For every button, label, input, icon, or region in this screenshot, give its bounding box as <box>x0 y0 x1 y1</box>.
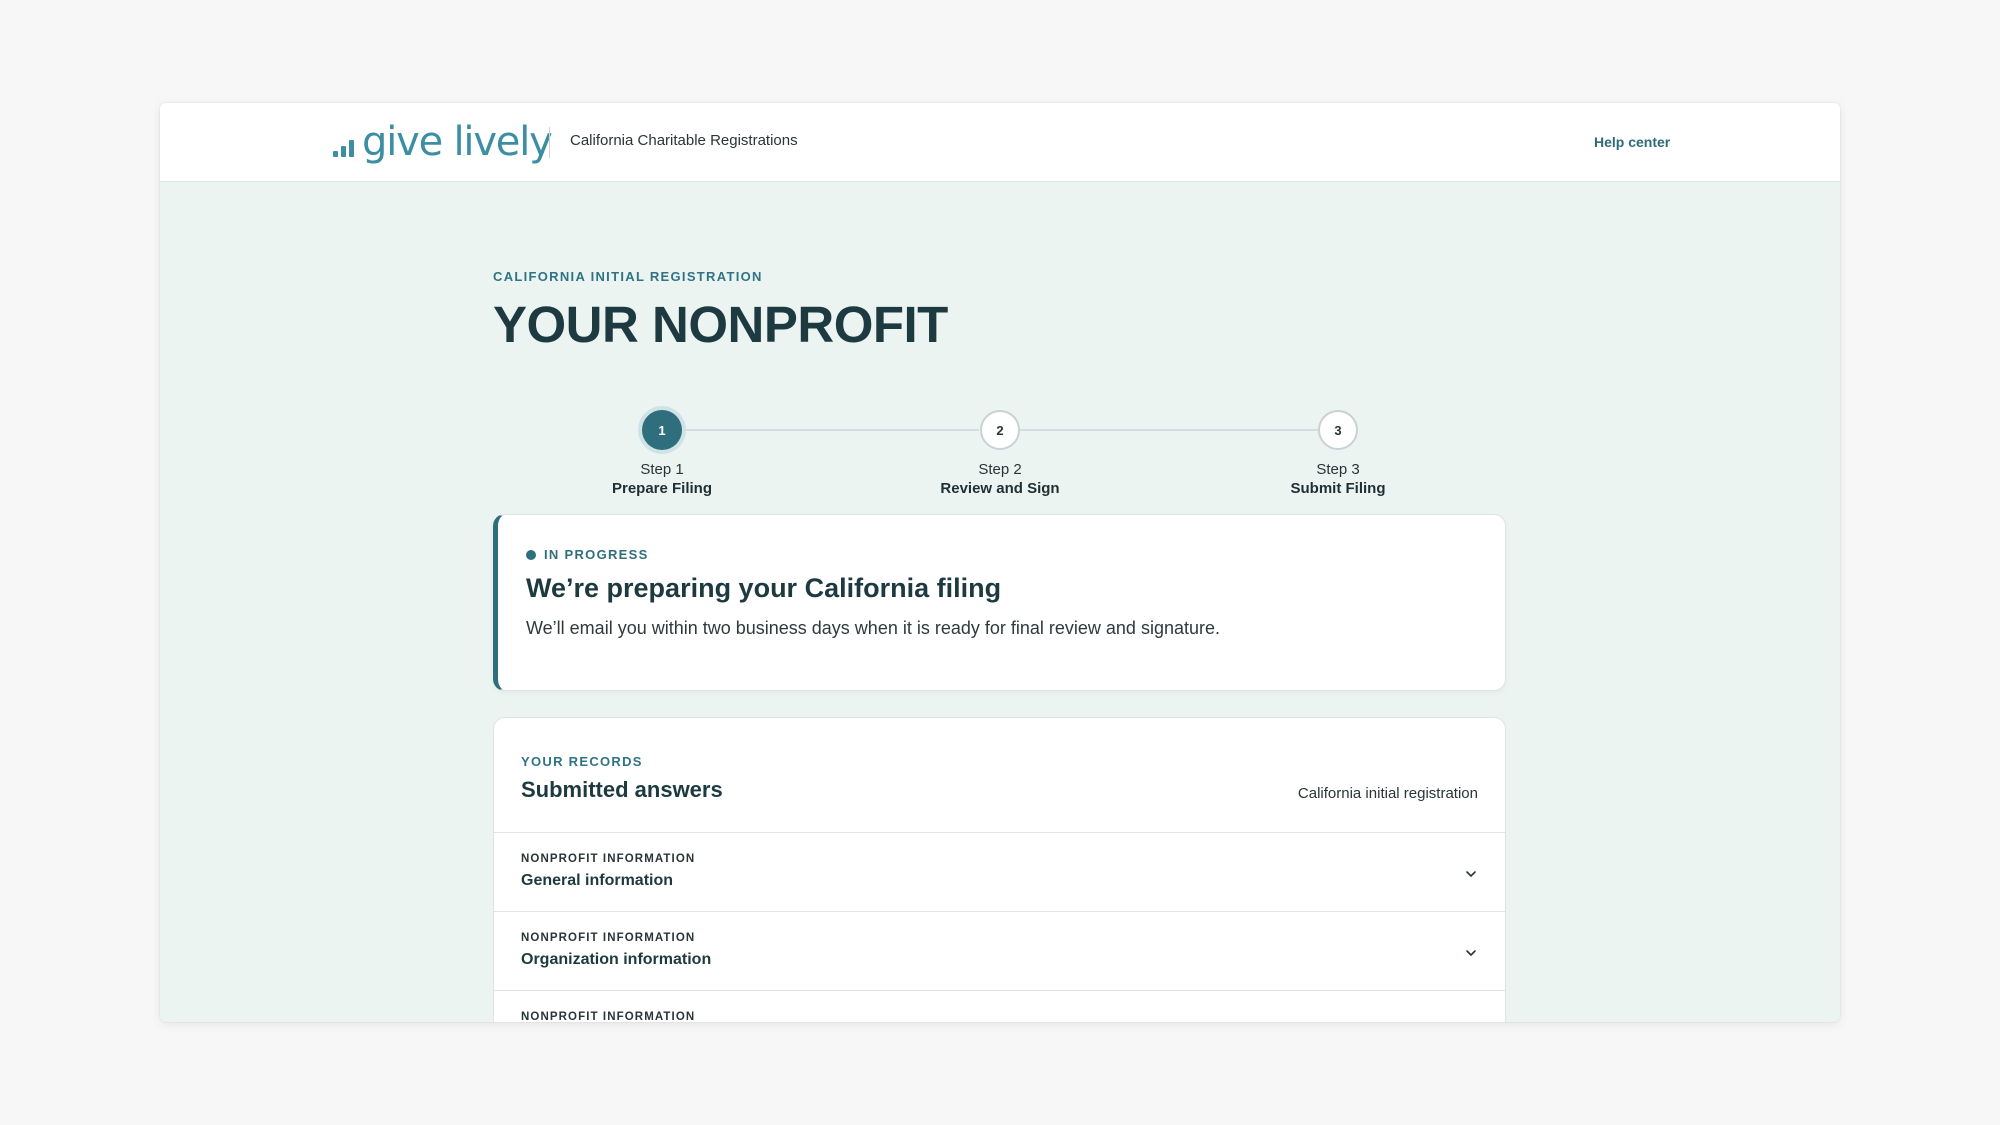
record-row-general-information[interactable]: NONPROFIT INFORMATION General informatio… <box>494 832 1505 911</box>
step-2-indicator: 2 <box>980 410 1020 450</box>
signal-bars-icon <box>333 135 354 157</box>
records-accordion: NONPROFIT INFORMATION General informatio… <box>494 832 1505 1022</box>
chevron-down-icon[interactable] <box>1464 948 1478 958</box>
step-1-indicator: 1 <box>642 410 682 450</box>
step-2-name: Review and Sign <box>940 480 1060 497</box>
page-eyebrow: CALIFORNIA INITIAL REGISTRATION <box>493 269 763 284</box>
record-kicker: NONPROFIT INFORMATION <box>521 853 696 865</box>
logo-text: give lively <box>362 119 553 165</box>
step-1: 1 Step 1 Prepare Filing <box>562 390 762 498</box>
status-indicator: IN PROGRESS <box>526 547 649 562</box>
step-3-label: Step 3 <box>1316 461 1360 478</box>
step-3: 3 Step 3 Submit Filing <box>1238 390 1438 498</box>
page-title: YOUR NONPROFIT <box>493 296 948 353</box>
progress-stepper: 1 Step 1 Prepare Filing 2 Step 2 Review … <box>160 390 1840 497</box>
step-3-name: Submit Filing <box>1290 480 1386 497</box>
record-title: Organization information <box>521 951 712 968</box>
app-window: give lively California Charitable Regist… <box>160 103 1840 1022</box>
record-row-organization-information[interactable]: NONPROFIT INFORMATION Organization infor… <box>494 911 1505 990</box>
step-2: 2 Step 2 Review and Sign <box>900 390 1100 498</box>
app-title: California Charitable Registrations <box>570 132 798 149</box>
step-3-indicator: 3 <box>1318 410 1358 450</box>
help-center-link[interactable]: Help center <box>1594 134 1670 150</box>
records-card: YOUR RECORDS Submitted answers Californi… <box>493 717 1506 1022</box>
step-1-label: Step 1 <box>640 461 684 478</box>
step-2-label: Step 2 <box>978 461 1022 478</box>
status-description: We’ll email you within two business days… <box>526 618 1220 638</box>
record-row-nonprofit-information[interactable]: NONPROFIT INFORMATION <box>494 990 1505 1022</box>
record-kicker: NONPROFIT INFORMATION <box>521 932 696 944</box>
status-dot-icon <box>526 549 536 560</box>
status-heading: We’re preparing your California filing <box>526 573 1002 603</box>
records-type-label: California initial registration <box>1297 785 1478 802</box>
record-title: General information <box>521 872 674 889</box>
record-kicker: NONPROFIT INFORMATION <box>521 1011 696 1022</box>
header-divider <box>549 127 550 158</box>
filing-status-card: IN PROGRESS We’re preparing your Califor… <box>493 514 1506 691</box>
records-heading: Submitted answers <box>521 777 723 802</box>
top-navigation-bar: give lively California Charitable Regist… <box>160 103 1840 182</box>
step-1-name: Prepare Filing <box>611 480 713 497</box>
give-lively-logo[interactable]: give lively <box>333 119 553 165</box>
records-eyebrow: YOUR RECORDS <box>521 754 643 769</box>
status-badge: IN PROGRESS <box>544 547 649 562</box>
chevron-down-icon[interactable] <box>1464 869 1478 879</box>
